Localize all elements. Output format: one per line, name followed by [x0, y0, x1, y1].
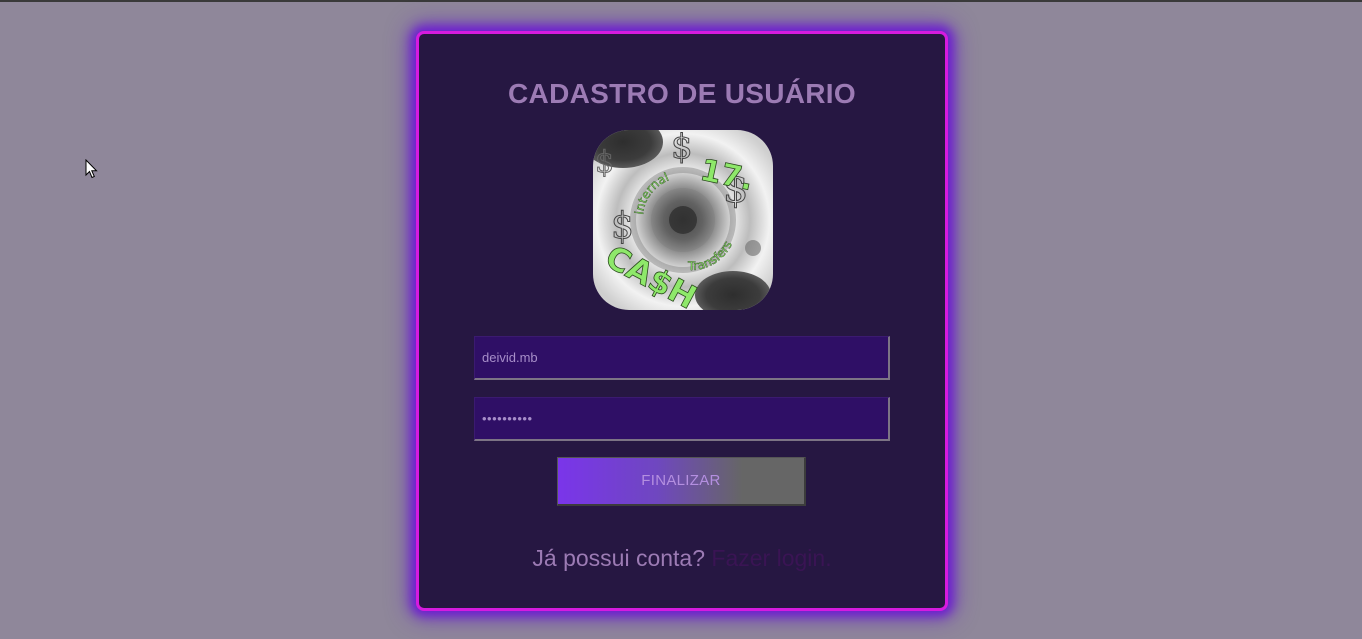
- cash-transfer-logo-icon: $ $ $ $ 17. CA$H internal Transfers: [593, 130, 773, 310]
- login-prompt: Já possui conta? Fazer login.: [419, 545, 945, 572]
- app-logo: $ $ $ $ 17. CA$H internal Transfers: [593, 130, 773, 310]
- page-title: CADASTRO DE USUÁRIO: [508, 78, 856, 109]
- svg-text:$: $: [671, 130, 693, 167]
- password-field[interactable]: [474, 397, 890, 441]
- finalize-button[interactable]: FINALIZAR: [557, 457, 806, 506]
- login-prompt-text: Já possui conta?: [532, 545, 706, 571]
- username-field[interactable]: [474, 336, 890, 380]
- signup-card: CADASTRO DE USUÁRIO $ $ $ $ 17. CA$H int…: [416, 31, 948, 611]
- mouse-cursor-icon: [85, 159, 98, 179]
- window-top-border: [0, 0, 1362, 2]
- login-link[interactable]: Fazer login.: [711, 545, 831, 571]
- svg-text:$: $: [595, 145, 614, 180]
